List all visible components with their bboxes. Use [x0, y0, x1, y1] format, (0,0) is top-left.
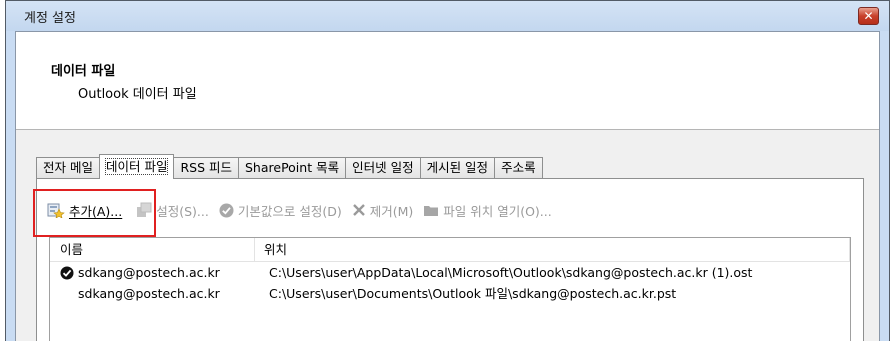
tab-label: 데이터 파일 [104, 158, 169, 175]
column-header-location[interactable]: 위치 [255, 238, 850, 261]
tab-label: 전자 메일 [43, 160, 93, 175]
tab-label: 주소록 [501, 160, 536, 175]
list-header: 이름 위치 [50, 238, 850, 262]
header-title: 데이터 파일 [51, 64, 116, 79]
tab-published-calendars[interactable]: 게시된 일정 [419, 157, 496, 178]
tab-rss-feeds[interactable]: RSS 피드 [173, 157, 239, 178]
tab-data-files[interactable]: 데이터 파일 [98, 154, 175, 179]
add-button[interactable]: 추가(A)... [47, 201, 122, 220]
tab-address-books[interactable]: 주소록 [494, 157, 543, 178]
remove-button-label: 제거(M) [369, 203, 414, 219]
data-files-panel: 추가(A)... 설정(S)... 기본값으로 설정(D) 제거(M) 파일 위… [33, 178, 864, 341]
settings-button[interactable]: 설정(S)... [136, 201, 209, 220]
remove-button[interactable]: 제거(M) [352, 201, 414, 220]
file-name: sdkang@postech.ac.kr [78, 265, 220, 280]
open-file-location-button[interactable]: 파일 위치 열기(O)... [423, 201, 552, 220]
window-title: 계정 설정 [24, 11, 76, 26]
dialog-header: 데이터 파일 Outlook 데이터 파일 [16, 32, 879, 130]
tab-strip: 전자 메일 데이터 파일 RSS 피드 SharePoint 목록 인터넷 일정… [36, 154, 543, 179]
file-location: C:\Users\user\Documents\Outlook 파일\sdkan… [269, 286, 677, 301]
set-default-button-label: 기본값으로 설정(D) [237, 203, 342, 219]
file-location: C:\Users\user\AppData\Local\Microsoft\Ou… [269, 265, 753, 280]
account-settings-window: 계정 설정 ✕ 데이터 파일 Outlook 데이터 파일 전자 메일 데이터 … [5, 0, 890, 341]
add-button-label: 추가(A)... [69, 203, 123, 219]
close-icon: ✕ [863, 9, 874, 23]
data-file-list: 이름 위치 sdkang@postech.ac.kr C:\Users\user… [49, 237, 851, 341]
toolbar: 추가(A)... 설정(S)... 기본값으로 설정(D) 제거(M) 파일 위… [37, 199, 552, 221]
default-check-icon [60, 266, 78, 280]
list-item[interactable]: sdkang@postech.ac.kr C:\Users\user\Docum… [50, 283, 850, 304]
file-name: sdkang@postech.ac.kr [78, 286, 220, 301]
name-cell: sdkang@postech.ac.kr [50, 283, 260, 304]
settings-button-label: 설정(S)... [156, 203, 209, 219]
remove-x-icon [352, 203, 366, 217]
tab-email[interactable]: 전자 메일 [36, 157, 100, 178]
tab-label: 인터넷 일정 [352, 160, 414, 175]
set-default-button[interactable]: 기본값으로 설정(D) [219, 201, 342, 220]
add-data-file-icon [47, 202, 65, 218]
dialog-body: 데이터 파일 Outlook 데이터 파일 전자 메일 데이터 파일 RSS 피… [15, 31, 880, 341]
check-circle-icon [219, 203, 234, 218]
column-header-name[interactable]: 이름 [50, 238, 255, 261]
settings-icon [136, 202, 152, 218]
tab-label: 게시된 일정 [426, 160, 489, 175]
open-file-location-label: 파일 위치 열기(O)... [443, 203, 552, 219]
tab-sharepoint-lists[interactable]: SharePoint 목록 [238, 157, 347, 178]
close-button[interactable]: ✕ [858, 7, 879, 25]
name-cell: sdkang@postech.ac.kr [50, 262, 260, 283]
folder-icon [423, 203, 439, 217]
tab-label: RSS 피드 [180, 160, 232, 175]
list-item[interactable]: sdkang@postech.ac.kr C:\Users\user\AppDa… [50, 262, 850, 283]
tab-internet-calendars[interactable]: 인터넷 일정 [345, 157, 421, 178]
title-bar[interactable]: 계정 설정 ✕ [6, 1, 889, 31]
tab-label: SharePoint 목록 [245, 160, 340, 175]
header-subtitle: Outlook 데이터 파일 [78, 87, 197, 102]
